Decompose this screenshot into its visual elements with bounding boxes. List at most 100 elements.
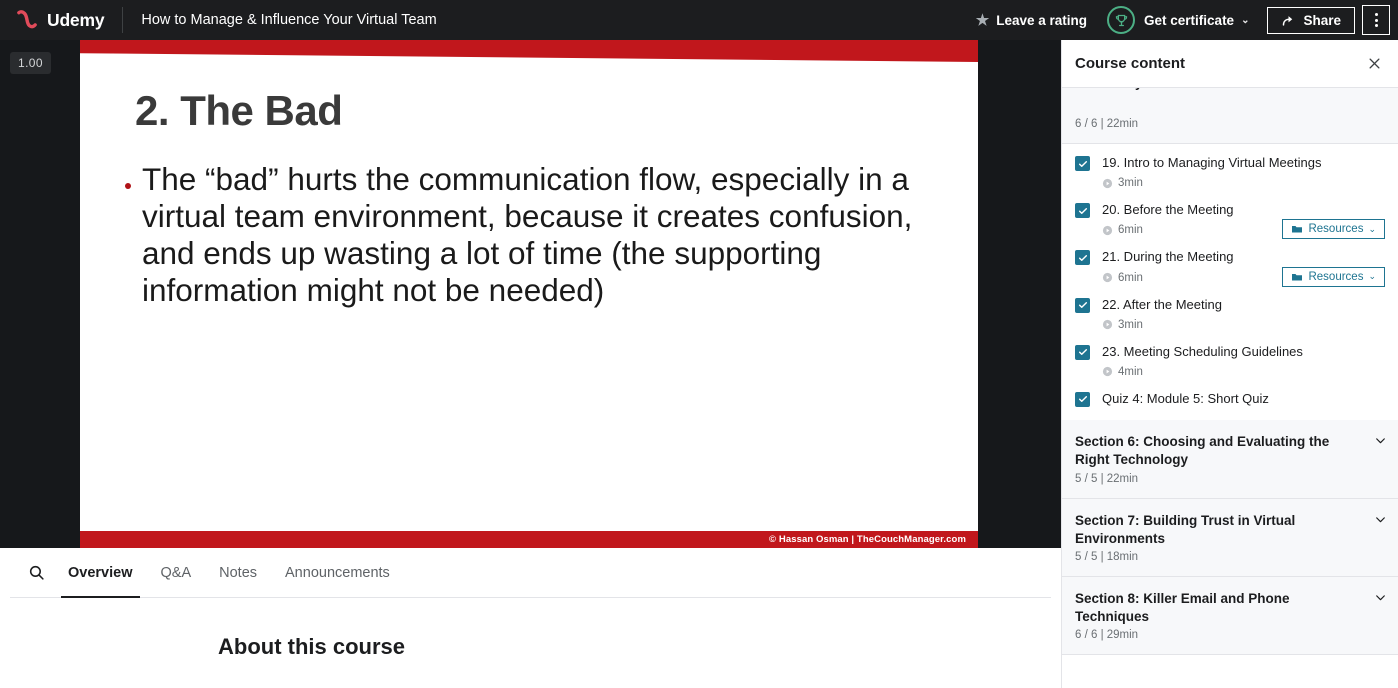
- sidebar-item-section-6[interactable]: Section 6: Choosing and Evaluating the R…: [1062, 420, 1398, 499]
- section-header-partial[interactable]: Effectively 6 / 6 | 22min: [1062, 88, 1398, 144]
- play-circle-icon: [1102, 367, 1113, 377]
- lecture-slide: 2. The Bad The “bad” hurts the communica…: [80, 40, 978, 548]
- course-content-sidebar: Course content Effectively 6 / 6 | 22min: [1061, 40, 1398, 688]
- checkbox-checked-icon[interactable]: [1075, 203, 1090, 219]
- resources-button[interactable]: Resources ⌄: [1282, 266, 1385, 287]
- section-title-clipped: Effectively: [1075, 88, 1364, 115]
- bullet-dot-icon: [125, 183, 131, 189]
- chevron-down-icon[interactable]: [1374, 434, 1387, 447]
- play-circle-icon: [1102, 272, 1113, 283]
- section-title: Section 8: Killer Email and Phone Techni…: [1075, 591, 1290, 625]
- resources-label: Resources: [1308, 223, 1364, 236]
- star-icon: ★: [975, 11, 990, 29]
- page-body: 1.00 2. The Bad The “bad” hurts the comm…: [0, 40, 1398, 688]
- folder-icon: [1292, 273, 1303, 281]
- get-certificate-button[interactable]: Get certificate ⌄: [1097, 0, 1259, 40]
- lecture-title: 19. Intro to Managing Virtual Meetings: [1102, 155, 1322, 170]
- share-button[interactable]: Share: [1267, 6, 1355, 34]
- resources-button[interactable]: Resources ⌄: [1282, 219, 1385, 240]
- resources-label: Resources: [1308, 270, 1364, 283]
- chevron-down-icon[interactable]: [1374, 591, 1387, 604]
- section-partial-title: Effectively: [1075, 88, 1364, 92]
- lecture-duration: 6min: [1118, 271, 1143, 284]
- list-item[interactable]: Quiz 4: Module 5: Short Quiz: [1062, 384, 1398, 414]
- lecture-title: 20. Before the Meeting: [1102, 202, 1234, 218]
- about-this-course-heading: About this course: [218, 634, 406, 659]
- lecture-meta: 3min: [1102, 319, 1387, 331]
- list-item[interactable]: 19. Intro to Managing Virtual Meetings 3…: [1062, 148, 1398, 195]
- checkbox-checked-icon[interactable]: [1075, 344, 1090, 360]
- play-circle-icon: [1102, 320, 1113, 330]
- search-icon[interactable]: [18, 548, 54, 598]
- slide-top-banner: [80, 40, 978, 62]
- top-navigation-bar: Udemy How to Manage & Influence Your Vir…: [0, 0, 1398, 40]
- udemy-logo[interactable]: Udemy: [14, 7, 105, 33]
- tab-announcements[interactable]: Announcements: [271, 548, 404, 598]
- lecture-duration: 3min: [1118, 177, 1143, 190]
- lecture-title: Quiz 4: Module 5: Short Quiz: [1102, 390, 1269, 406]
- tabs-panel: Overview Q&A Notes Announcements About t…: [0, 548, 1061, 688]
- sidebar-header: Course content: [1062, 40, 1398, 88]
- lecture-body: 22. After the Meeting 3min: [1102, 296, 1387, 331]
- checkbox-checked-icon[interactable]: [1075, 297, 1090, 313]
- checkbox-checked-icon[interactable]: [1075, 156, 1090, 171]
- lecture-duration: 4min: [1118, 365, 1143, 378]
- chevron-down-icon[interactable]: [1374, 513, 1387, 526]
- folder-icon: [1292, 226, 1303, 233]
- header-divider: [122, 7, 124, 33]
- section-title: Section 6: Choosing and Evaluating the R…: [1075, 434, 1330, 468]
- list-item[interactable]: 22. After the Meeting 3min: [1062, 290, 1398, 337]
- udemy-mark-icon: [17, 10, 37, 29]
- slide-copyright: © Hassan Osman | TheCouchManager.com: [769, 534, 966, 545]
- tab-notes[interactable]: Notes: [205, 548, 271, 598]
- play-circle-icon: [1102, 225, 1113, 235]
- tab-overview[interactable]: Overview: [54, 548, 147, 598]
- lecture-body: 23. Meeting Scheduling Guidelines 4min: [1102, 343, 1387, 378]
- list-item[interactable]: 21. During the Meeting 6min Resources ⌄: [1062, 242, 1398, 289]
- lecture-meta: 4min: [1102, 366, 1387, 378]
- section-meta: 6 / 6 | 29min: [1075, 629, 1139, 642]
- lecture-meta: 3min: [1102, 177, 1387, 189]
- leave-a-rating-button[interactable]: ★ Leave a rating: [966, 7, 1097, 34]
- lecture-title: 22. After the Meeting: [1102, 296, 1222, 312]
- list-item[interactable]: 23. Meeting Scheduling Guidelines 4min: [1062, 337, 1398, 384]
- tab-notes-label: Notes: [219, 564, 258, 581]
- share-label: Share: [1303, 12, 1341, 28]
- leave-a-rating-label: Leave a rating: [996, 12, 1088, 28]
- checkbox-checked-icon[interactable]: [1075, 250, 1090, 266]
- tab-announcements-label: Announcements: [285, 564, 390, 581]
- lecture-duration: 6min: [1118, 224, 1143, 237]
- sidebar-item-section-7[interactable]: Section 7: Building Trust in Virtual Env…: [1062, 498, 1398, 577]
- list-item[interactable]: 20. Before the Meeting 6min Resources ⌄: [1062, 195, 1398, 242]
- lecture-body: Quiz 4: Module 5: Short Quiz: [1102, 390, 1387, 408]
- checkbox-checked-icon[interactable]: [1075, 391, 1090, 407]
- lecture-title: 23. Meeting Scheduling Guidelines: [1102, 343, 1303, 359]
- sidebar-item-section-8[interactable]: Section 8: Killer Email and Phone Techni…: [1062, 577, 1398, 656]
- slide-bullet-item: The “bad” hurts the communication flow, …: [125, 161, 923, 310]
- udemy-wordmark: Udemy: [47, 9, 105, 30]
- tab-qa[interactable]: Q&A: [147, 548, 206, 598]
- video-player[interactable]: 1.00 2. The Bad The “bad” hurts the comm…: [0, 40, 1061, 548]
- top-bar-actions: ★ Leave a rating Get certificate ⌄ Share: [966, 0, 1390, 40]
- more-options-button[interactable]: [1362, 5, 1390, 35]
- share-arrow-icon: [1283, 15, 1293, 26]
- tab-bar: Overview Q&A Notes Announcements: [10, 548, 1051, 598]
- playback-speed-badge[interactable]: 1.00: [10, 52, 51, 74]
- lecture-title: 21. During the Meeting: [1102, 249, 1234, 265]
- player-column: 1.00 2. The Bad The “bad” hurts the comm…: [0, 40, 1061, 688]
- sidebar-scroll-region[interactable]: Effectively 6 / 6 | 22min 19. Intro to M…: [1062, 88, 1398, 688]
- sidebar-title: Course content: [1075, 55, 1186, 72]
- tab-content-pane: About this course: [0, 598, 1061, 688]
- close-icon[interactable]: [1360, 50, 1388, 78]
- slide-footer-banner: © Hassan Osman | TheCouchManager.com: [80, 531, 978, 548]
- section-meta: 5 / 5 | 18min: [1075, 551, 1139, 563]
- play-circle-icon: [1102, 178, 1113, 188]
- section-meta: 5 / 5 | 22min: [1075, 472, 1139, 485]
- chevron-down-icon: ⌄: [1241, 14, 1250, 26]
- trophy-badge-icon: [1107, 6, 1136, 34]
- lecture-body: 19. Intro to Managing Virtual Meetings 3…: [1102, 154, 1387, 189]
- section-partial-meta: 6 / 6 | 22min: [1075, 118, 1139, 130]
- lecture-list: 19. Intro to Managing Virtual Meetings 3…: [1062, 144, 1398, 420]
- chevron-down-icon: ⌄: [1368, 271, 1376, 282]
- course-title: How to Manage & Influence Your Virtual T…: [141, 12, 437, 28]
